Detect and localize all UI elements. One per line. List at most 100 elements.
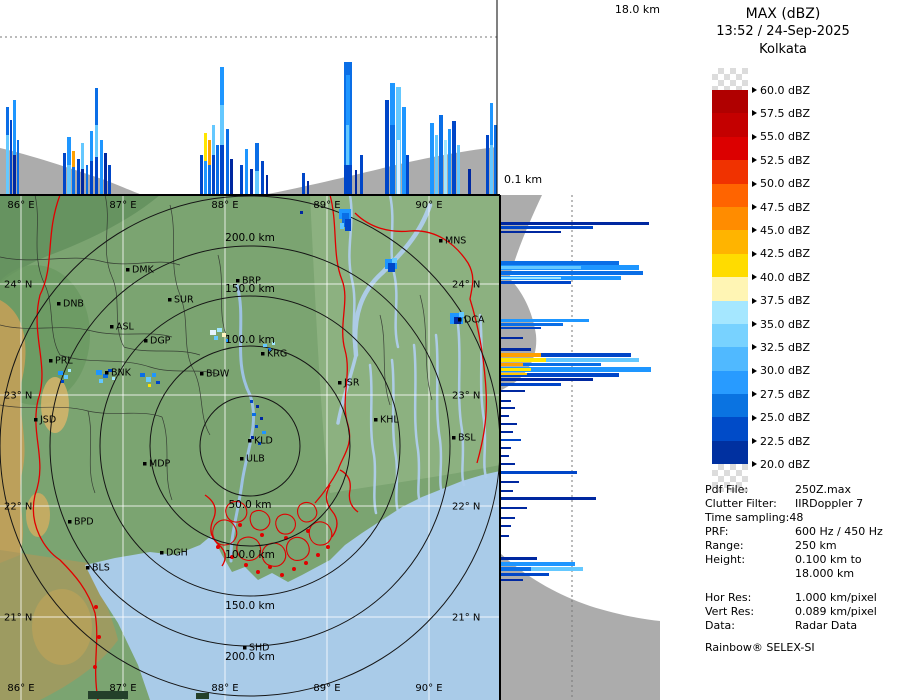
echo-row [501,368,531,371]
echo-column [63,153,66,195]
city-label: BDW [206,369,230,380]
echo-row [501,222,649,225]
latitude-label: 22° N [4,502,32,513]
city-label: KRG [267,349,287,360]
legend-tick-arrow-icon [752,227,757,234]
echo-column [344,165,352,195]
city-label: ASL [116,322,135,333]
map-echo-pixel [140,373,145,377]
echo-column [90,161,93,195]
metadata-label: Pdf File: [705,483,749,496]
city-marker [126,268,130,272]
legend-label: 55.0 dBZ [760,130,811,144]
city-marker [200,372,204,376]
legend-tick-arrow-icon [752,414,757,421]
echo-row [501,373,527,375]
metadata-row: Data: Radar Data [705,619,903,633]
echo-column [72,167,75,195]
metadata-value: 250 km [795,539,837,552]
city-label: BSL [458,433,476,444]
range-ring-label: 100.0 km [225,549,275,561]
echo-row [501,383,561,386]
legend-label-row: 40.0 dBZ [752,271,810,284]
metadata-value: 0.100 km to [795,553,862,566]
echo-row [501,407,515,409]
city-marker [168,298,172,302]
echo-row [501,455,509,457]
echo-column [406,155,409,195]
longitude-label: 86° E [7,200,34,211]
echo-column [490,145,493,195]
echo-column [355,170,357,195]
legend-label: 25.0 dBZ [760,411,811,425]
legend-tick-arrow-icon [752,344,757,351]
range-ring-label: 200.0 km [225,232,275,244]
legend-tick-arrow-icon [752,204,757,210]
echo-row [501,271,643,275]
city-marker [243,646,247,650]
legend-tick-arrow-icon [752,391,757,398]
latitude-label: 21° N [4,613,32,624]
legend-label-row: 27.5 dBZ [752,387,811,401]
metadata-value: 1.000 km/pixel [795,591,877,604]
city-label: JSR [343,378,360,389]
echo-row [501,471,577,474]
echo-column [204,161,207,195]
product-metadata: Pdf File: 250Z.max Clutter Filter: IIRDoppl… [705,483,903,633]
latitude-label: 24° N [4,280,32,291]
metadata-value: 600 Hz / 450 Hz [795,525,883,538]
echo-column [208,165,211,195]
echo-row [501,337,523,339]
echo-column [390,125,395,195]
legend-label: 60.0 dBZ [760,83,811,97]
legend-tick-arrow-icon [752,157,757,164]
echo-column [261,161,264,195]
legend-label: 22.5 dBZ [760,434,811,448]
metadata-label: Data: [705,619,735,632]
legend-tick-arrow-icon [752,274,757,281]
echo-column [468,169,471,195]
city-marker [338,381,342,385]
legend-tick-arrow-icon [752,87,757,93]
map-echo-pixel [61,380,64,383]
map-echo-pixel [58,371,63,375]
echo-row [501,463,515,465]
legend-label: 52.5 dBZ [760,153,811,167]
metadata-value: 0.089 km/pixel [795,605,877,618]
metadata-label: Hor Res: [705,591,752,604]
city-label: BNK [111,368,132,379]
map-echo-pixel [152,373,156,377]
map-echo-pixel [388,263,395,272]
echo-row [501,226,593,229]
range-ring-label: 100.0 km [225,334,275,346]
map-panel: 200.0 km 150.0 km 100.0 km 50.0 km 100.0 km 1… [0,195,500,700]
city-marker [57,302,61,306]
city-marker [240,457,244,461]
echo-row [501,323,563,326]
legend-label: 27.5 dBZ [760,387,811,401]
legend-tick-arrow-icon [752,297,757,304]
map-echo-pixel [68,369,71,372]
echo-row [501,579,523,581]
echo-column [212,155,215,195]
city-marker [68,520,72,524]
echo-column [13,155,16,195]
map-echo-pixel [256,405,259,408]
latitude-label: 21° N [452,613,480,624]
coverage-shadow-right [262,147,497,195]
city-marker [452,436,456,440]
metadata-label: PRF: [705,525,729,538]
echo-row [501,431,513,433]
echo-column [108,165,111,195]
echo-column [444,140,447,195]
echo-row [501,567,531,571]
legend-tick-arrow-icon [752,180,757,187]
latitude-label: 22° N [452,502,480,513]
echo-row [501,266,581,269]
range-ring-label: 50.0 km [228,499,271,511]
echo-column [81,169,84,195]
echo-row [501,261,619,265]
map-echo-pixel [300,211,303,214]
side-projection-echo-bars [501,222,651,581]
city-marker [49,359,53,363]
